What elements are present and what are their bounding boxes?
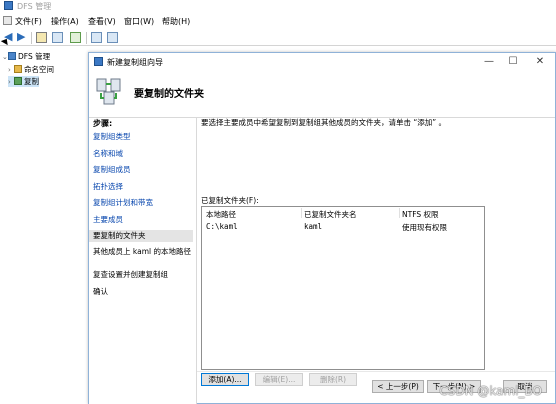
step-topology[interactable]: 拓扑选择 — [93, 182, 197, 191]
menu-bar: 文件(F) 操作(A) 查看(V) 窗口(W) 帮助(H) — [0, 14, 556, 29]
step-local-path: 其他成员上 kaml 的本地路径 — [93, 247, 191, 256]
menu-file[interactable]: 文件(F) — [15, 16, 42, 27]
next-button[interactable]: 下一步(N) > — [427, 380, 481, 393]
folder-up-icon[interactable] — [36, 32, 47, 43]
export-list-icon[interactable] — [70, 32, 81, 43]
tree-node-namespace[interactable]: › 命名空间 — [8, 64, 54, 75]
menu-action[interactable]: 操作(A) — [51, 16, 79, 27]
app-titlebar: DFS 管理 — [0, 0, 556, 13]
dfs-node-icon — [8, 52, 16, 60]
footer-divider — [197, 371, 555, 372]
replicated-folders-list[interactable]: 本地路径 已复制文件夹名 NTFS 权限 C:\kaml kaml 使用现有权限 — [201, 206, 485, 370]
toolbar: ◀ ▶ — [0, 29, 556, 46]
add-button[interactable]: 添加(A)... — [201, 373, 249, 386]
help-icon[interactable] — [91, 32, 102, 43]
tree-node-dfs[interactable]: ⌄ DFS 管理 — [2, 51, 50, 62]
menu-view[interactable]: 查看(V) — [88, 16, 116, 27]
console-tree: ⌄ DFS 管理 › 命名空间 › 复制 — [0, 47, 88, 404]
step-primary-member[interactable]: 主要成员 — [93, 215, 197, 224]
wizard-page-title: 要复制的文件夹 — [134, 89, 204, 100]
step-confirmation: 确认 — [93, 287, 108, 296]
row-local-path[interactable]: C:\kaml — [206, 222, 238, 231]
new-replication-group-wizard: 新建复制组向导 — ☐ ✕ 要复制的文件夹 步骤: 复制组类型 名称和域 复制组… — [88, 52, 556, 404]
forward-arrow-icon[interactable]: ▶ — [17, 31, 28, 42]
column-divider — [399, 208, 400, 218]
app-title: DFS 管理 — [17, 2, 52, 11]
back-button[interactable]: < 上一步(P) — [372, 380, 424, 393]
step-group-members[interactable]: 复制组成员 — [93, 165, 197, 174]
column-folder-name[interactable]: 已复制文件夹名 — [304, 209, 357, 220]
toolbar-divider — [31, 32, 32, 44]
maximize-icon[interactable]: ☐ — [502, 54, 524, 70]
column-divider — [301, 208, 302, 218]
wizard-content: 要选择主要成员中希望复制到复制组其他成员的文件夹，请单击 “添加” 。 已复制文… — [197, 118, 555, 404]
namespace-icon — [14, 65, 22, 73]
cancel-button[interactable]: 取消 — [503, 380, 547, 393]
wizard-app-icon — [94, 57, 103, 66]
steps-label: 步骤: — [93, 119, 113, 128]
edit-button[interactable]: 编辑(E)... — [255, 373, 303, 386]
column-local-path[interactable]: 本地路径 — [206, 209, 236, 220]
wizard-header: 要复制的文件夹 — [89, 72, 555, 118]
dfs-app-icon — [4, 1, 13, 10]
replication-wizard-icon — [96, 78, 121, 105]
row-folder-name[interactable]: kaml — [304, 222, 322, 231]
delete-button[interactable]: 删除(R) — [309, 373, 357, 386]
wizard-steps-panel: 步骤: 复制组类型 名称和域 复制组成员 拓扑选择 复制组计划和带宽 主要成员 … — [89, 118, 197, 404]
file-menu-icon — [3, 16, 12, 25]
tree-node-replication[interactable]: › 复制 — [8, 76, 39, 87]
instruction-text: 要选择主要成员中希望复制到复制组其他成员的文件夹，请单击 “添加” 。 — [201, 118, 447, 127]
step-schedule-bandwidth[interactable]: 复制组计划和带宽 — [93, 198, 197, 207]
menu-help[interactable]: 帮助(H) — [162, 16, 190, 27]
properties-icon[interactable] — [107, 32, 118, 43]
step-folders-to-replicate: 要复制的文件夹 — [89, 230, 193, 242]
column-ntfs-permissions[interactable]: NTFS 权限 — [402, 209, 439, 220]
wizard-title: 新建复制组向导 — [107, 58, 163, 67]
tree-node-namespace-label: 命名空间 — [24, 65, 54, 74]
menu-window[interactable]: 窗口(W) — [124, 16, 154, 27]
replication-icon — [14, 77, 22, 85]
tree-node-dfs-label: DFS 管理 — [18, 52, 51, 61]
close-icon[interactable]: ✕ — [529, 54, 551, 70]
wizard-titlebar: 新建复制组向导 — ☐ ✕ — [89, 53, 555, 72]
minimize-icon[interactable]: — — [478, 54, 500, 70]
toolbar-divider — [86, 32, 87, 44]
show-tree-icon[interactable] — [52, 32, 63, 43]
step-replication-group-type[interactable]: 复制组类型 — [93, 132, 197, 141]
tree-node-replication-label: 复制 — [24, 77, 39, 86]
step-review-create: 复查设置并创建复制组 — [93, 270, 168, 279]
step-name-and-domain[interactable]: 名称和域 — [93, 149, 197, 158]
row-ntfs-permissions[interactable]: 使用现有权限 — [402, 222, 447, 233]
replicated-folders-label: 已复制文件夹(F): — [201, 196, 259, 205]
